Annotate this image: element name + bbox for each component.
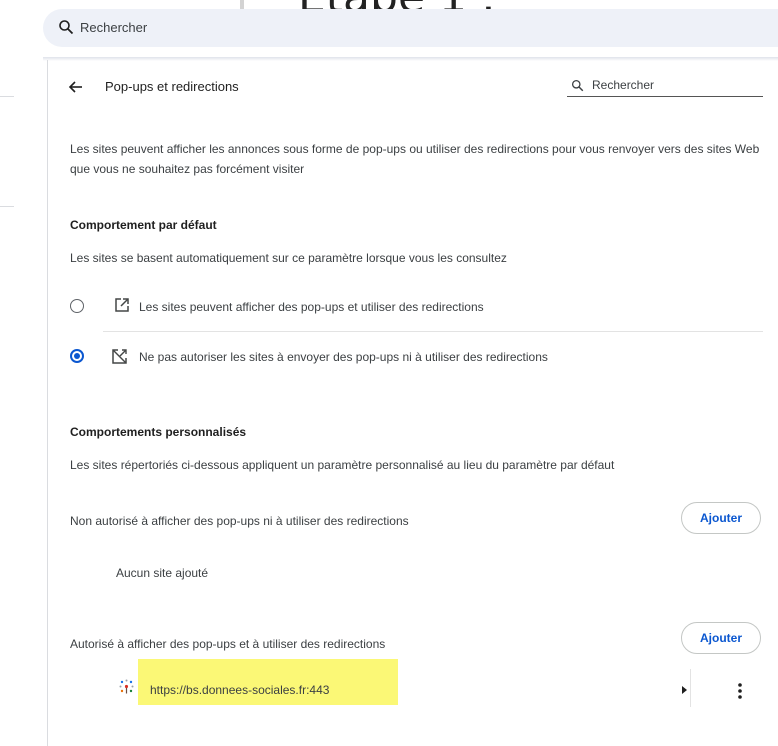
page-search-underline (567, 96, 763, 97)
row-divider (690, 669, 691, 707)
add-blocked-site-button[interactable]: Ajouter (681, 502, 761, 534)
blocked-list-label: Non autorisé à afficher des pop-ups ni à… (70, 514, 409, 528)
page-search-input[interactable]: Rechercher (592, 78, 654, 92)
search-icon (571, 79, 584, 92)
back-arrow-icon[interactable] (68, 79, 84, 95)
site-favicon-icon (119, 679, 134, 694)
highlight-marker (138, 659, 398, 705)
allowed-site-url[interactable]: https://bs.donnees-sociales.fr:443 (150, 683, 329, 697)
more-vert-icon[interactable] (736, 682, 744, 700)
add-allowed-site-button[interactable]: Ajouter (681, 622, 761, 654)
settings-search-bar[interactable]: Rechercher (43, 9, 778, 47)
allowed-list-label: Autorisé à afficher des pop-ups et à uti… (70, 637, 386, 651)
custom-behaviors-subtitle: Les sites répertoriés ci-dessous appliqu… (70, 458, 615, 472)
toolbar-shadow (43, 57, 778, 61)
option-allow-label[interactable]: Les sites peuvent afficher des pop-ups e… (139, 300, 484, 314)
sidebar-divider (0, 96, 14, 97)
default-behavior-subtitle: Les sites se basent automatiquement sur … (70, 251, 507, 265)
default-behavior-heading: Comportement par défaut (70, 218, 217, 232)
search-placeholder: Rechercher (80, 20, 148, 35)
page-title: Pop-ups et redirections (105, 79, 239, 94)
page-description: Les sites peuvent afficher les annonces … (70, 142, 760, 176)
open-in-new-icon (115, 298, 129, 312)
option-block-label[interactable]: Ne pas autoriser les sites à envoyer des… (139, 350, 548, 364)
option-divider (103, 331, 763, 332)
content-border (47, 60, 48, 746)
popup-blocked-icon (112, 349, 127, 364)
radio-block-popups[interactable] (70, 349, 84, 363)
sidebar-divider (0, 206, 14, 207)
chevron-right-icon[interactable] (681, 686, 689, 694)
custom-behaviors-heading: Comportements personnalisés (70, 425, 247, 439)
radio-allow-popups[interactable] (70, 299, 84, 313)
search-icon (59, 20, 74, 35)
empty-list-text: Aucun site ajouté (116, 566, 209, 580)
